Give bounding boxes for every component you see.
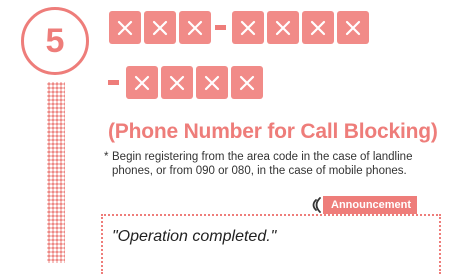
x-icon <box>345 20 361 35</box>
x-icon <box>134 75 150 90</box>
digit-placeholder <box>302 11 334 44</box>
hyphen-separator <box>215 25 226 30</box>
announcement-label: Announcement <box>323 196 418 214</box>
x-icon <box>275 20 291 35</box>
announcement-quote: "Operation completed." <box>112 228 277 245</box>
digit-placeholder <box>179 11 211 44</box>
hyphen-separator <box>108 80 119 85</box>
step-number-badge: 5 <box>21 7 89 75</box>
digit-placeholder <box>232 11 264 44</box>
note-text: * Begin registering from the area code i… <box>104 150 449 178</box>
step-number: 5 <box>45 21 65 60</box>
x-icon <box>240 20 256 35</box>
digit-placeholder <box>144 11 176 44</box>
digit-placeholder <box>337 11 369 44</box>
x-icon <box>204 75 220 90</box>
digit-placeholder <box>161 66 193 99</box>
note-line-1: Begin registering from the area code in … <box>112 151 413 163</box>
x-icon <box>239 75 255 90</box>
sound-waves-icon <box>312 197 321 213</box>
digit-placeholder <box>196 66 228 99</box>
digit-placeholder <box>267 11 299 44</box>
section-title: (Phone Number for Call Blocking) <box>108 120 438 143</box>
x-icon <box>169 75 185 90</box>
digit-placeholder <box>231 66 263 99</box>
note-line-2: phones, or from 090 or 080, in the case … <box>112 165 407 177</box>
x-icon <box>187 20 203 35</box>
x-icon <box>117 20 133 35</box>
digit-placeholder <box>109 11 141 44</box>
x-icon <box>152 20 168 35</box>
digit-placeholder <box>126 66 158 99</box>
announcement-tag: Announcement <box>312 196 418 214</box>
x-icon <box>310 20 326 35</box>
note-marker: * <box>104 151 109 163</box>
dotted-divider <box>47 82 65 263</box>
